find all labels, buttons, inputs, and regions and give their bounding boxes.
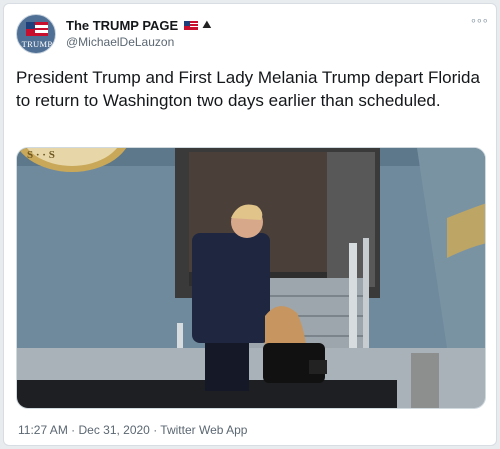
flag-icon (26, 22, 48, 36)
tweet-media[interactable]: S · · S (16, 147, 486, 409)
svg-text:S · · S: S · · S (27, 149, 55, 161)
avatar[interactable]: TRUMP (16, 14, 56, 54)
name-row[interactable]: The TRUMP PAGE ⛰ (66, 16, 211, 34)
more-options-icon[interactable]: ∘∘∘ (470, 16, 489, 27)
user-handle[interactable]: @MichaelDeLauzon (66, 35, 174, 49)
eagle-icon: ⛰ (202, 18, 212, 31)
tweet-text: President Trump and First Lady Melania T… (16, 68, 480, 110)
tweet-timestamp[interactable]: 11:27 AM · Dec 31, 2020 · Twitter Web Ap… (18, 423, 247, 437)
display-name[interactable]: The TRUMP PAGE (66, 18, 178, 33)
avatar-label: TRUMP (21, 39, 53, 49)
tweet-header: TRUMP The TRUMP PAGE ⛰ @MichaelDeLauzon … (16, 14, 489, 54)
tweet-card: TRUMP The TRUMP PAGE ⛰ @MichaelDeLauzon … (3, 3, 497, 446)
us-flag-icon (184, 20, 199, 30)
media-photo: S · · S (17, 148, 485, 408)
